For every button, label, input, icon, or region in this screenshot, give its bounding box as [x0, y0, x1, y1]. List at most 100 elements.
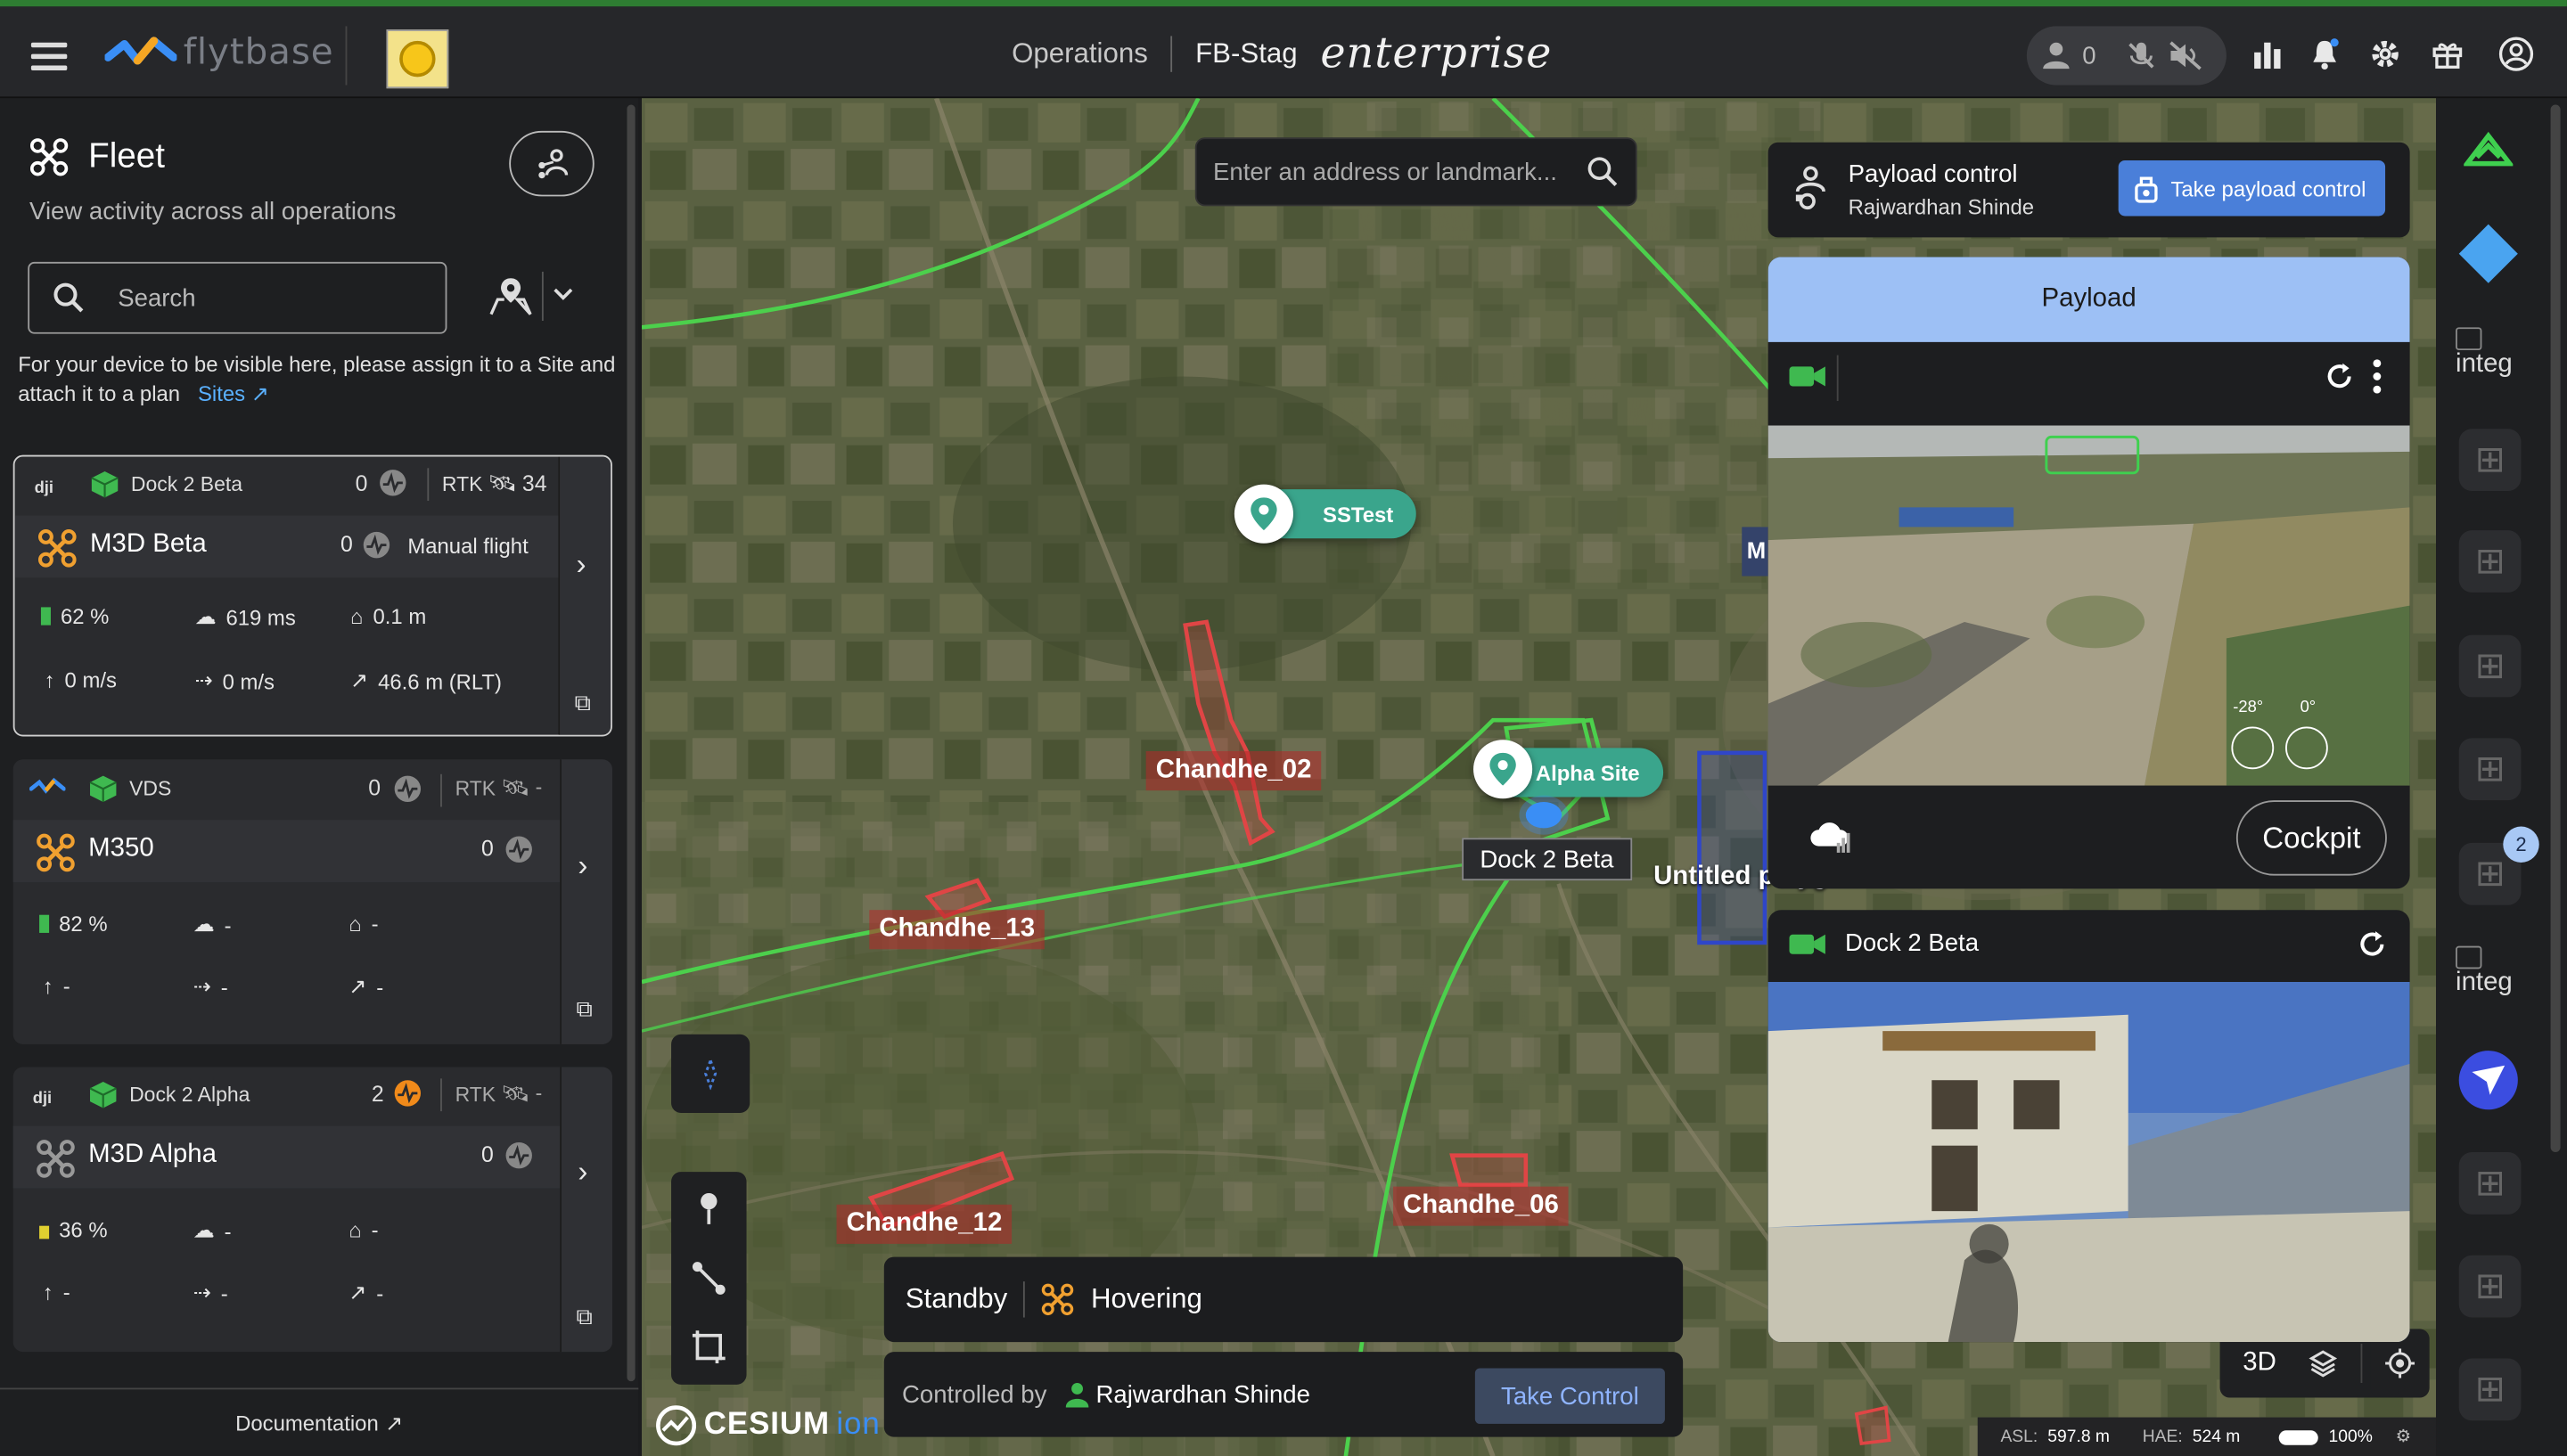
- flytbase-logo[interactable]: flytbase: [104, 33, 334, 74]
- control-panel: Controlled by Rajwardhan Shinde Take Con…: [883, 1352, 1684, 1437]
- payload-control-user: Rajwardhan Shinde: [1848, 194, 2035, 220]
- app-logo-icon[interactable]: [2464, 131, 2514, 170]
- nav-plan: enterprise: [1320, 29, 1552, 78]
- vertical-speed-stat: ↑ -: [43, 1280, 70, 1305]
- open-external-icon[interactable]: ⧉: [577, 1303, 593, 1330]
- gift-icon[interactable]: [2430, 36, 2465, 71]
- info-message: For your device to be visible here, plea…: [18, 351, 616, 406]
- open-external-icon[interactable]: ⧉: [575, 689, 591, 716]
- cockpit-button[interactable]: Cockpit: [2235, 800, 2387, 876]
- dock-marker[interactable]: [1525, 801, 1562, 829]
- marker-tool-icon[interactable]: [694, 1188, 724, 1227]
- right-scrollbar[interactable]: [2550, 104, 2561, 1153]
- analytics-icon[interactable]: [2250, 36, 2285, 71]
- polygon-tool-icon[interactable]: [691, 1329, 726, 1364]
- location-pin-icon[interactable]: [1234, 484, 1293, 544]
- assign-device-button[interactable]: [509, 130, 595, 197]
- chevron-right-icon[interactable]: ›: [578, 849, 587, 884]
- horizontal-speed-value: -: [220, 974, 228, 1000]
- health-icon: [394, 775, 422, 802]
- sites-link[interactable]: Sites ↗: [186, 381, 269, 406]
- refresh-icon[interactable]: [2325, 362, 2354, 391]
- card-expand-column[interactable]: › ⧉: [558, 456, 611, 735]
- dock-map-tag[interactable]: Dock 2 Beta: [1462, 838, 1632, 881]
- gimbal-pitch-dial[interactable]: [2231, 726, 2275, 770]
- address-search-input[interactable]: Enter an address or landmark...: [1194, 137, 1637, 207]
- gimbal-yaw-dial[interactable]: [2285, 726, 2328, 770]
- payload-icon: [2135, 176, 2158, 203]
- drone-name: M3D Alpha: [88, 1141, 217, 1169]
- mic-muted-icon[interactable]: [2126, 39, 2159, 72]
- integration-app-2[interactable]: integ: [2456, 945, 2513, 999]
- take-control-button[interactable]: Take Control: [1474, 1368, 1665, 1424]
- view-3d-toggle[interactable]: 3D: [2243, 1348, 2276, 1378]
- open-external-icon[interactable]: ⧉: [577, 995, 593, 1023]
- notifications-icon[interactable]: [2307, 36, 2342, 71]
- menu-icon[interactable]: [30, 42, 68, 70]
- more-options-icon[interactable]: [2371, 358, 2384, 394]
- add-widget-button[interactable]: ⊞: [2458, 634, 2522, 698]
- add-widget-button[interactable]: ⊞: [2458, 1255, 2522, 1318]
- rtk-label: RTK: [455, 777, 496, 801]
- fleet-card[interactable]: dji Dock 2 Alpha 2 RTK 🛰 - M3D Alpha 0 3…: [12, 1067, 612, 1353]
- polygon-label[interactable]: Chandhe_02: [1145, 751, 1322, 791]
- battery-value: 62 %: [60, 603, 110, 629]
- documentation-link[interactable]: Documentation ↗: [0, 1387, 639, 1456]
- telegram-app-icon[interactable]: [2457, 1049, 2520, 1111]
- vertical-speed-stat: ↑ -: [43, 974, 70, 999]
- org-avatar[interactable]: [386, 29, 449, 89]
- dock-camera-feed[interactable]: [1767, 982, 2410, 1343]
- search-icon[interactable]: [1587, 155, 1620, 188]
- card-expand-column[interactable]: › ⧉: [560, 1067, 612, 1353]
- sidebar-scrollbar[interactable]: [627, 104, 636, 1382]
- add-widget-button[interactable]: ⊞: [2458, 429, 2522, 492]
- card-expand-column[interactable]: › ⧉: [560, 759, 612, 1044]
- polygon-label[interactable]: Chandhe_06: [1393, 1186, 1569, 1226]
- polygon-label[interactable]: Chandhe_12: [836, 1204, 1013, 1244]
- video-camera-icon[interactable]: [1788, 929, 1827, 959]
- video-camera-icon[interactable]: [1788, 362, 1827, 391]
- location-pin-icon[interactable]: [1473, 740, 1533, 799]
- take-payload-control-button[interactable]: Take payload control: [2118, 160, 2386, 217]
- chevron-right-icon[interactable]: ›: [578, 1156, 587, 1190]
- add-widget-button[interactable]: ⊞: [2458, 530, 2522, 593]
- divider: [427, 468, 430, 502]
- drone-alert-count: 0: [480, 836, 494, 862]
- speaker-muted-icon[interactable]: [2168, 39, 2203, 72]
- dock-cube-icon: [89, 775, 117, 802]
- chevron-right-icon[interactable]: ›: [577, 548, 586, 583]
- fleet-search-input[interactable]: Search: [28, 261, 447, 334]
- horizontal-speed-icon: ⇢: [193, 973, 211, 999]
- nav-org[interactable]: FB-Stag: [1195, 37, 1298, 70]
- settings-gear-icon[interactable]: ⚙: [2396, 1427, 2411, 1447]
- polygon-label[interactable]: Chandhe_13: [869, 910, 1046, 950]
- chevron-down-icon[interactable]: [552, 282, 575, 307]
- satellite-icon: 🛰: [501, 1080, 530, 1107]
- latency-value: -: [224, 912, 232, 937]
- dock-cube-icon: [89, 1082, 117, 1108]
- add-widget-button[interactable]: ⊞: [2458, 738, 2522, 801]
- refresh-icon[interactable]: [2358, 929, 2387, 959]
- diamond-app-icon[interactable]: [2456, 221, 2521, 286]
- layers-icon[interactable]: [2309, 1348, 2339, 1378]
- site-filter-icon[interactable]: [488, 275, 533, 318]
- integration-app-1[interactable]: integ: [2456, 327, 2513, 380]
- fleet-card[interactable]: dji Dock 2 Beta 0 RTK 🛰 34 M3D Beta 0 Ma…: [12, 454, 612, 737]
- zoom-bar: [2279, 1429, 2319, 1444]
- altitude-stat: ↗ -: [349, 1280, 383, 1305]
- dock-name: Dock 2 Alpha: [129, 1083, 250, 1107]
- nav-operations[interactable]: Operations: [1012, 37, 1148, 70]
- account-icon[interactable]: [2498, 36, 2534, 71]
- gimbal-yaw-value: 0°: [2300, 699, 2317, 717]
- add-widget-button[interactable]: ⊞: [2458, 1358, 2522, 1421]
- compass-button[interactable]: [671, 1034, 750, 1113]
- settings-gear-icon[interactable]: [2367, 36, 2403, 71]
- fleet-card[interactable]: VDS 0 RTK 🛰 - M350 0 82 % ☁ - ⌂ - ↑ - ⇢ - ↗ -…: [12, 759, 612, 1044]
- add-widget-button[interactable]: ⊞: [2458, 1152, 2522, 1215]
- site-pin-label: Alpha Site: [1535, 760, 1640, 785]
- users-pill[interactable]: 0: [2026, 26, 2227, 86]
- cesium-logo[interactable]: CESIUM ion: [655, 1404, 881, 1447]
- broken-image-icon: [2456, 945, 2482, 969]
- line-tool-icon[interactable]: [691, 1260, 726, 1296]
- add-grid-icon: ⊞: [2474, 644, 2505, 686]
